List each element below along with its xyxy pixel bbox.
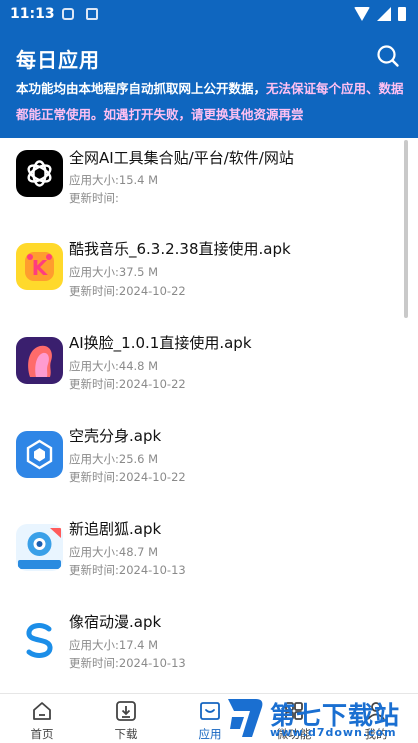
status-bar: 11:13 xyxy=(0,0,418,30)
apps-icon xyxy=(200,702,220,720)
site-watermark: 第七下载站 www.d7down.com xyxy=(224,694,418,743)
app-updated: 更新时间:2024-10-13 xyxy=(69,563,186,577)
watermark-url: www.d7down.com xyxy=(270,726,397,739)
list-item[interactable]: AI换脸_1.0.1直接使用.apk 应用大小:44.8 M 更新时间:2024… xyxy=(0,324,400,417)
app-name: 全网AI工具集合贴/平台/软件/网站 xyxy=(69,149,294,167)
app-size: 应用大小:17.4 M xyxy=(69,638,159,652)
list-item[interactable]: 全网AI工具集合贴/平台/软件/网站 应用大小:15.4 M 更新时间: xyxy=(0,138,400,231)
app-size: 应用大小:48.7 M xyxy=(69,545,159,559)
list-item[interactable]: 像宿动漫.apk 应用大小:17.4 M 更新时间:2024-10-13 xyxy=(0,603,400,693)
nav-label: 首页 xyxy=(30,727,54,741)
app-name: 空壳分身.apk xyxy=(69,427,162,445)
app-size: 应用大小:44.8 M xyxy=(69,359,159,373)
disclaimer-notice: 本功能均由本地程序自动抓取网上公开数据，无法保证每个应用、数据都能正常使用。如遇… xyxy=(16,76,408,128)
app-name: 酷我音乐_6.3.2.38直接使用.apk xyxy=(69,240,291,258)
battery-icon xyxy=(398,7,406,21)
app-updated: 更新时间:2024-10-22 xyxy=(69,470,186,484)
list-item[interactable]: 空壳分身.apk 应用大小:25.6 M 更新时间:2024-10-22 xyxy=(0,417,400,510)
app-updated: 更新时间:2024-10-22 xyxy=(69,377,186,391)
download-icon xyxy=(116,701,136,721)
nav-label: 下载 xyxy=(114,727,138,741)
svg-text:K: K xyxy=(32,256,49,280)
notification-icon xyxy=(62,8,74,20)
app-updated: 更新时间:2024-10-13 xyxy=(69,656,186,670)
page-title: 每日应用 xyxy=(16,48,100,72)
nav-item-home[interactable]: 首页 xyxy=(0,694,84,743)
list-item[interactable]: 新追剧狐.apk 应用大小:48.7 M 更新时间:2024-10-13 xyxy=(0,510,400,603)
nav-item-download[interactable]: 下载 xyxy=(84,694,168,743)
app-size: 应用大小:37.5 M xyxy=(69,265,159,279)
app-notification-icon xyxy=(86,8,98,20)
app-list[interactable]: 全网AI工具集合贴/平台/软件/网站 应用大小:15.4 M 更新时间: K 酷… xyxy=(0,138,418,693)
list-item[interactable]: K 酷我音乐_6.3.2.38直接使用.apk 应用大小:37.5 M 更新时间… xyxy=(0,231,400,324)
cube-clone-icon xyxy=(16,431,63,478)
disclaimer-text: 本功能均由本地程序自动抓取网上公开数据， xyxy=(16,81,267,96)
openai-logo-icon xyxy=(16,150,63,197)
list-scrollbar[interactable] xyxy=(404,140,408,318)
signal-icon xyxy=(377,7,391,21)
app-size: 应用大小:25.6 M xyxy=(69,452,159,466)
app-name: AI换脸_1.0.1直接使用.apk xyxy=(69,334,252,352)
search-icon[interactable] xyxy=(376,44,400,68)
app-name: 像宿动漫.apk xyxy=(69,613,162,631)
app-size: 应用大小:15.4 M xyxy=(69,173,159,187)
page-header: 每日应用 本功能均由本地程序自动抓取网上公开数据，无法保证每个应用、数据都能正常… xyxy=(0,30,418,138)
wifi-icon xyxy=(354,7,370,21)
ai-face-swap-icon xyxy=(16,337,63,384)
kuwo-music-icon: K xyxy=(16,243,63,290)
app-updated: 更新时间: xyxy=(69,191,119,205)
anime-s-icon xyxy=(16,617,63,664)
status-time: 11:13 xyxy=(10,6,55,22)
app-name: 新追剧狐.apk xyxy=(69,520,162,538)
app-updated: 更新时间:2024-10-22 xyxy=(69,284,186,298)
home-icon xyxy=(33,702,51,720)
fox-drama-icon xyxy=(16,524,63,571)
watermark-logo-icon xyxy=(228,699,263,737)
